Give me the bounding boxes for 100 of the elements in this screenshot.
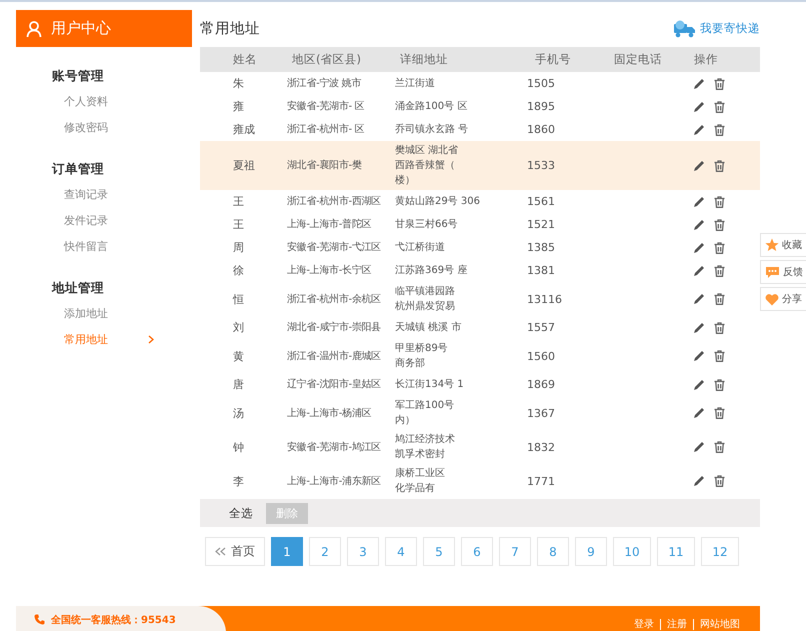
- edit-icon[interactable]: [693, 78, 705, 90]
- table-cell-text: 周: [232, 240, 245, 255]
- table-cell-text: 1521: [527, 217, 556, 232]
- float-share-button[interactable]: 分享: [760, 287, 806, 311]
- table-cell-text: 江苏路369号 座: [394, 264, 468, 278]
- page-button[interactable]: 11: [657, 537, 695, 566]
- table-cell-text: 徐: [232, 263, 245, 278]
- edit-icon[interactable]: [693, 475, 705, 487]
- edit-icon[interactable]: [693, 124, 705, 136]
- table-cell-text: 天城镇 桃溪 市: [394, 320, 462, 335]
- edit-icon[interactable]: [693, 160, 705, 172]
- footer-link[interactable]: 注册: [660, 619, 693, 630]
- heart-icon: [765, 292, 779, 306]
- edit-icon[interactable]: [693, 242, 705, 254]
- delete-icon[interactable]: [714, 124, 725, 136]
- edit-icon[interactable]: [693, 378, 705, 390]
- sidebar-group-heading: 地址管理: [50, 279, 105, 297]
- page-button[interactable]: 5: [423, 537, 455, 566]
- table-cell-text: 长江街134号 1: [394, 378, 465, 392]
- footer-link[interactable]: 登录: [628, 619, 660, 630]
- float-feedback-button[interactable]: 反馈: [760, 260, 806, 284]
- table-cell-text: 康桥工业区 化学品有: [394, 466, 446, 496]
- sidebar-item[interactable]: 发件记录: [16, 207, 192, 233]
- sidebar-item[interactable]: 个人资料: [16, 88, 192, 114]
- table-cell-text: 临平镇港园路 杭州鼎发贸易: [394, 284, 456, 314]
- edit-icon[interactable]: [693, 293, 705, 305]
- table-cell-text: 鸠江经济技术 凯孚术密封: [394, 432, 456, 462]
- page-button[interactable]: 3: [347, 537, 379, 566]
- send-express-link[interactable]: 我要寄快递: [674, 20, 760, 38]
- sidebar-item[interactable]: 快件留言: [16, 233, 192, 259]
- delete-icon[interactable]: [714, 78, 725, 90]
- chat-icon: [765, 266, 780, 278]
- edit-icon[interactable]: [693, 196, 705, 208]
- delete-icon[interactable]: [714, 218, 725, 230]
- sidebar-item[interactable]: 查询记录: [16, 181, 192, 207]
- table-cell-text: 王: [232, 194, 245, 209]
- table-cell-text: 1533: [527, 158, 556, 173]
- edit-icon[interactable]: [693, 100, 705, 112]
- edit-icon[interactable]: [693, 322, 705, 334]
- delete-icon[interactable]: [714, 160, 725, 172]
- edit-icon[interactable]: [693, 350, 705, 362]
- page-button[interactable]: 9: [575, 537, 607, 566]
- delete-icon[interactable]: [714, 264, 725, 276]
- table-cell-text: 湖北省-咸宁市-崇阳县: [286, 320, 382, 335]
- user-icon: [26, 20, 42, 36]
- delete-icon[interactable]: [714, 407, 725, 419]
- edit-icon[interactable]: [693, 218, 705, 230]
- first-page-button[interactable]: 首页: [205, 537, 265, 566]
- table-cell-text: 浙江省-杭州市- 区: [286, 122, 366, 137]
- edit-icon[interactable]: [693, 441, 705, 453]
- column-header: 地区(省区县): [291, 52, 362, 67]
- delete-icon[interactable]: [714, 100, 725, 112]
- table-cell-text: 1560: [527, 348, 556, 364]
- select-all-label[interactable]: 全选: [229, 506, 253, 520]
- page-button[interactable]: 10: [613, 537, 651, 566]
- table-cell-text: 1771: [527, 474, 556, 488]
- table-cell-text: 辽宁省-沈阳市-皇姑区: [286, 378, 382, 392]
- column-header: 详细地址: [399, 52, 449, 67]
- delete-icon[interactable]: [714, 350, 725, 362]
- page-button[interactable]: 8: [537, 537, 569, 566]
- footer-link[interactable]: 网站地图: [693, 619, 746, 630]
- table-cell-text: 军工路100号 内）: [394, 399, 456, 428]
- sidebar-item[interactable]: 修改密码: [16, 114, 192, 140]
- sidebar-title: 用户中心: [51, 19, 111, 38]
- delete-icon[interactable]: [714, 196, 725, 208]
- table-cell-text: 钟: [232, 440, 245, 454]
- column-header: 操作: [693, 52, 719, 67]
- delete-icon[interactable]: [714, 378, 725, 390]
- phone-icon: [34, 614, 45, 625]
- page-button[interactable]: 7: [499, 537, 531, 566]
- float-favorite-button[interactable]: 收藏: [760, 233, 806, 257]
- table-cell-text: 1561: [527, 194, 556, 209]
- column-header: 姓名: [232, 52, 258, 67]
- sidebar-item[interactable]: 添加地址: [16, 300, 192, 326]
- sidebar-item[interactable]: 常用地址: [16, 326, 192, 352]
- page-title: 常用地址: [200, 20, 260, 38]
- table-cell-text: 甘泉三村66号: [394, 218, 459, 232]
- table-cell-text: 1381: [527, 263, 556, 278]
- table-cell-text: 安徽省-芜湖市-弋江区: [286, 240, 382, 255]
- table-cell-text: 1505: [527, 76, 556, 91]
- page-button[interactable]: 12: [701, 537, 739, 566]
- page-button[interactable]: 2: [309, 537, 341, 566]
- edit-icon[interactable]: [693, 407, 705, 419]
- table-cell-text: 1860: [527, 122, 556, 137]
- page-button[interactable]: 4: [385, 537, 417, 566]
- sidebar-group-heading: 账号管理: [51, 67, 105, 85]
- edit-icon[interactable]: [693, 264, 705, 276]
- delete-icon[interactable]: [714, 441, 725, 453]
- table-cell-text: 甲里桥89号 商务部: [394, 342, 449, 371]
- table-cell-text: 1385: [527, 240, 556, 255]
- table-cell-text: 浙江省-杭州市-余杭区: [286, 292, 382, 306]
- page-button[interactable]: 6: [461, 537, 493, 566]
- delete-icon[interactable]: [714, 475, 725, 487]
- delete-icon[interactable]: [714, 293, 725, 305]
- table-cell-text: 安徽省-芜湖市- 区: [286, 100, 366, 114]
- delete-icon[interactable]: [714, 322, 725, 334]
- delete-icon[interactable]: [714, 242, 725, 254]
- table-cell-text: 13116: [527, 292, 563, 306]
- page-button[interactable]: 1: [271, 537, 303, 566]
- table-cell-text: 乔司镇永玄路 号: [394, 122, 470, 137]
